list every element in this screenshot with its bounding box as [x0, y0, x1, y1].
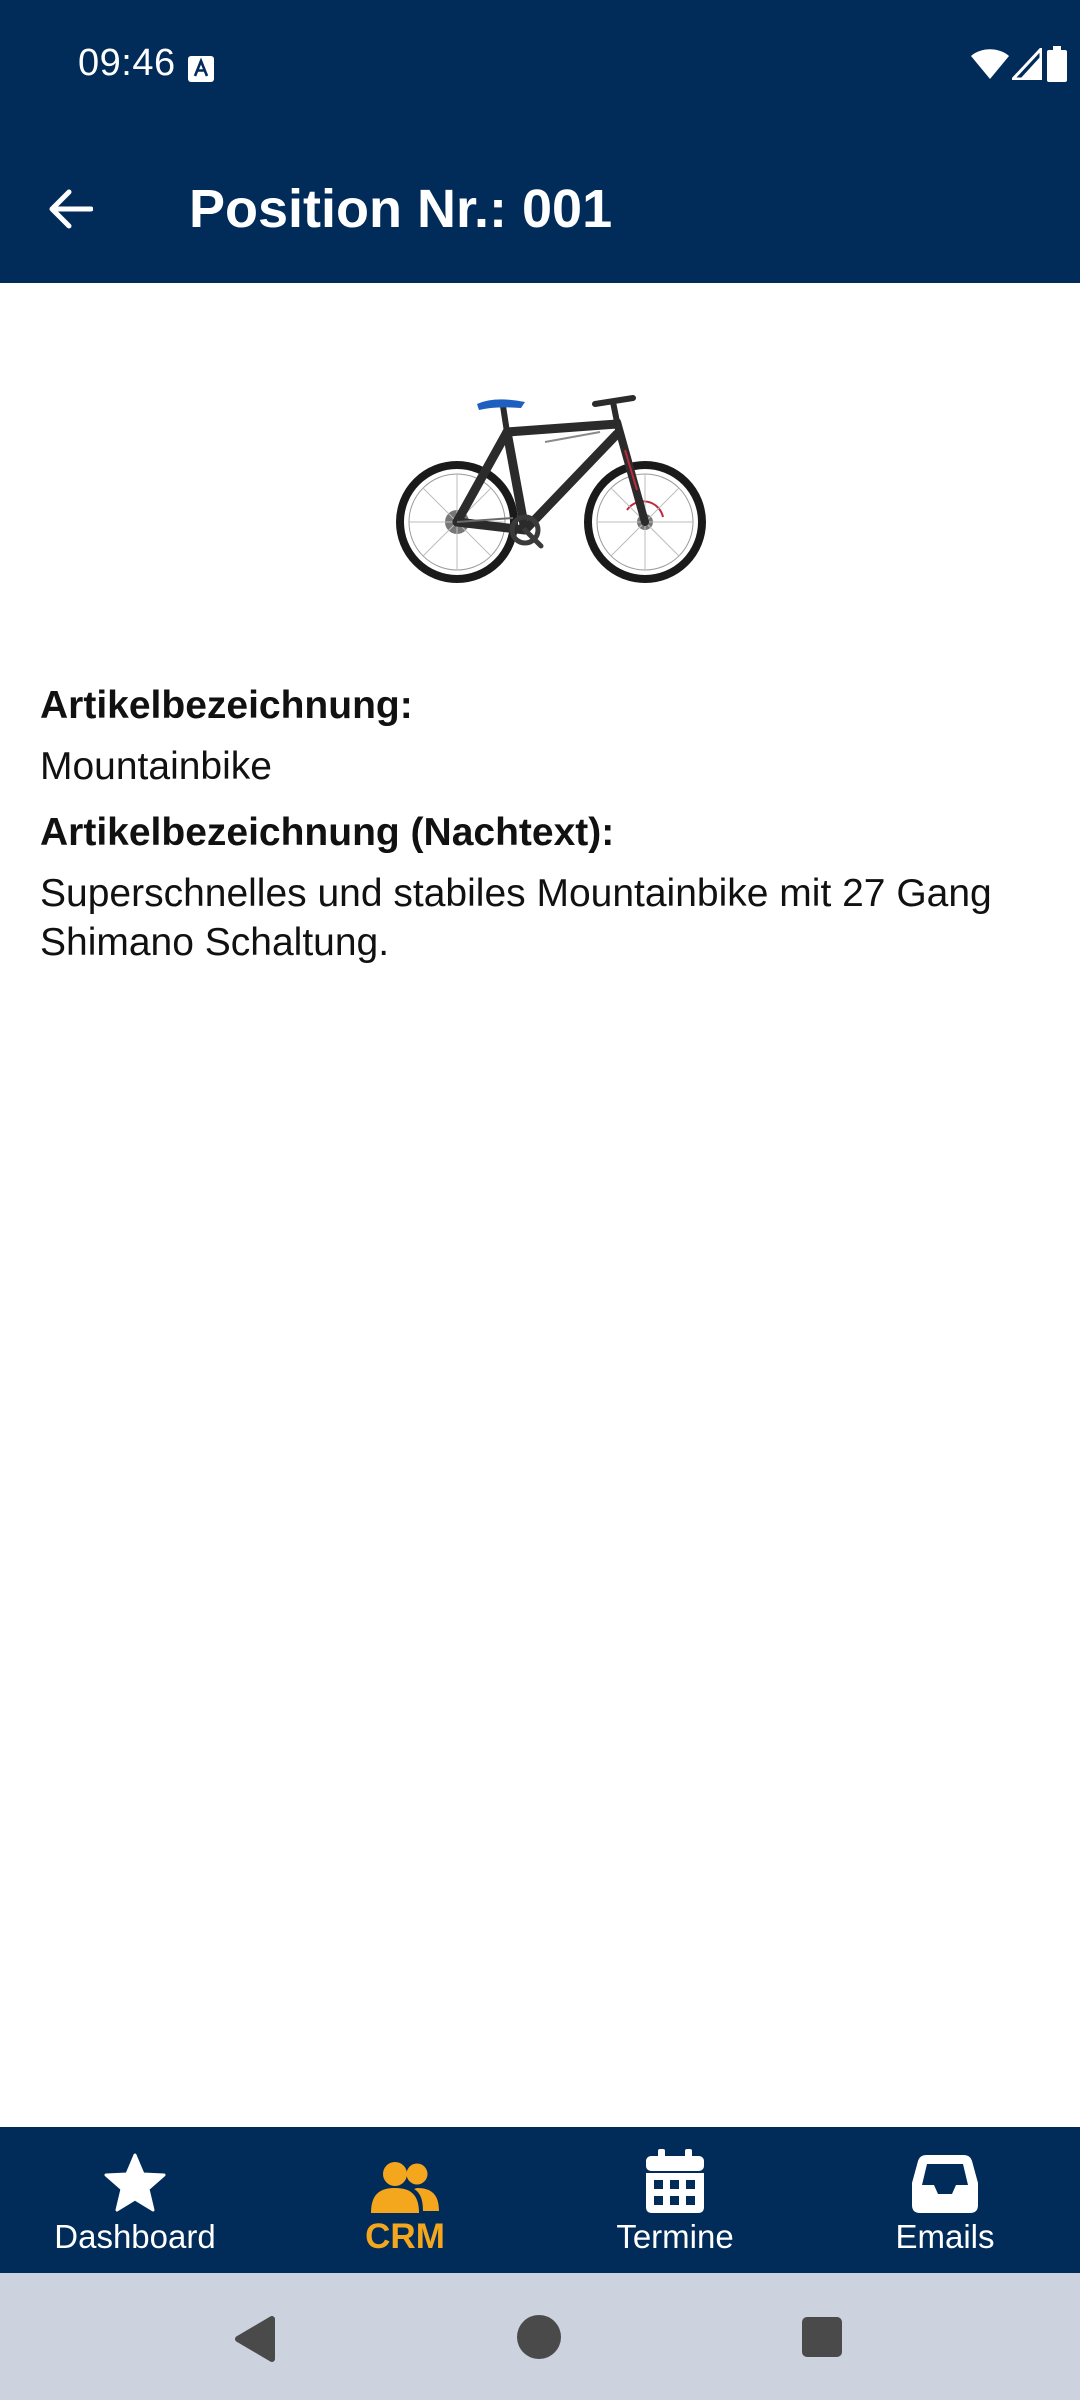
- calendar-icon: [646, 2147, 704, 2213]
- system-home-icon[interactable]: [515, 2313, 563, 2366]
- nav-label-crm: CRM: [365, 2217, 445, 2256]
- signal-icon: [1009, 45, 1043, 85]
- position-details: Artikelbezeichnung: Mountainbike Artikel…: [40, 676, 1040, 979]
- article-text-label: Artikelbezeichnung (Nachtext):: [40, 811, 615, 854]
- star-icon: [104, 2147, 166, 2213]
- system-recents-icon[interactable]: [801, 2316, 843, 2363]
- text-a-icon: [188, 56, 214, 82]
- bottom-navigation: Dashboard CRM Termine Emails: [0, 2127, 1080, 2273]
- mountainbike-image: [395, 392, 711, 584]
- people-icon: [371, 2147, 439, 2213]
- battery-icon: [1046, 46, 1068, 87]
- nav-item-emails[interactable]: Emails: [810, 2127, 1080, 2273]
- app-bar: Position Nr.: 001: [0, 135, 1080, 283]
- article-name-value: Mountainbike: [40, 745, 272, 788]
- nav-item-termine[interactable]: Termine: [540, 2127, 810, 2273]
- screen: 09:46 Position Nr.: 001 Artikelbezeichnu…: [0, 0, 1080, 2400]
- nav-item-dashboard[interactable]: Dashboard: [0, 2127, 270, 2273]
- inbox-icon: [912, 2147, 978, 2213]
- nav-label-dashboard: Dashboard: [54, 2218, 216, 2255]
- page-title: Position Nr.: 001: [189, 179, 613, 239]
- status-time: 09:46: [78, 42, 176, 84]
- system-back-icon[interactable]: [232, 2315, 276, 2368]
- status-icons: [880, 45, 1080, 87]
- back-button[interactable]: [30, 171, 110, 251]
- wifi-icon: [970, 48, 1010, 85]
- arrow-left-icon: [47, 189, 94, 234]
- status-bar: 09:46: [0, 0, 1080, 135]
- nav-item-crm[interactable]: CRM: [270, 2127, 540, 2273]
- nav-label-termine: Termine: [616, 2218, 734, 2255]
- article-name-label: Artikelbezeichnung:: [40, 684, 413, 727]
- system-navigation-bar: [0, 2273, 1080, 2400]
- nav-label-emails: Emails: [895, 2218, 995, 2255]
- article-text-value: Superschnelles und stabiles Mountainbike…: [40, 872, 992, 964]
